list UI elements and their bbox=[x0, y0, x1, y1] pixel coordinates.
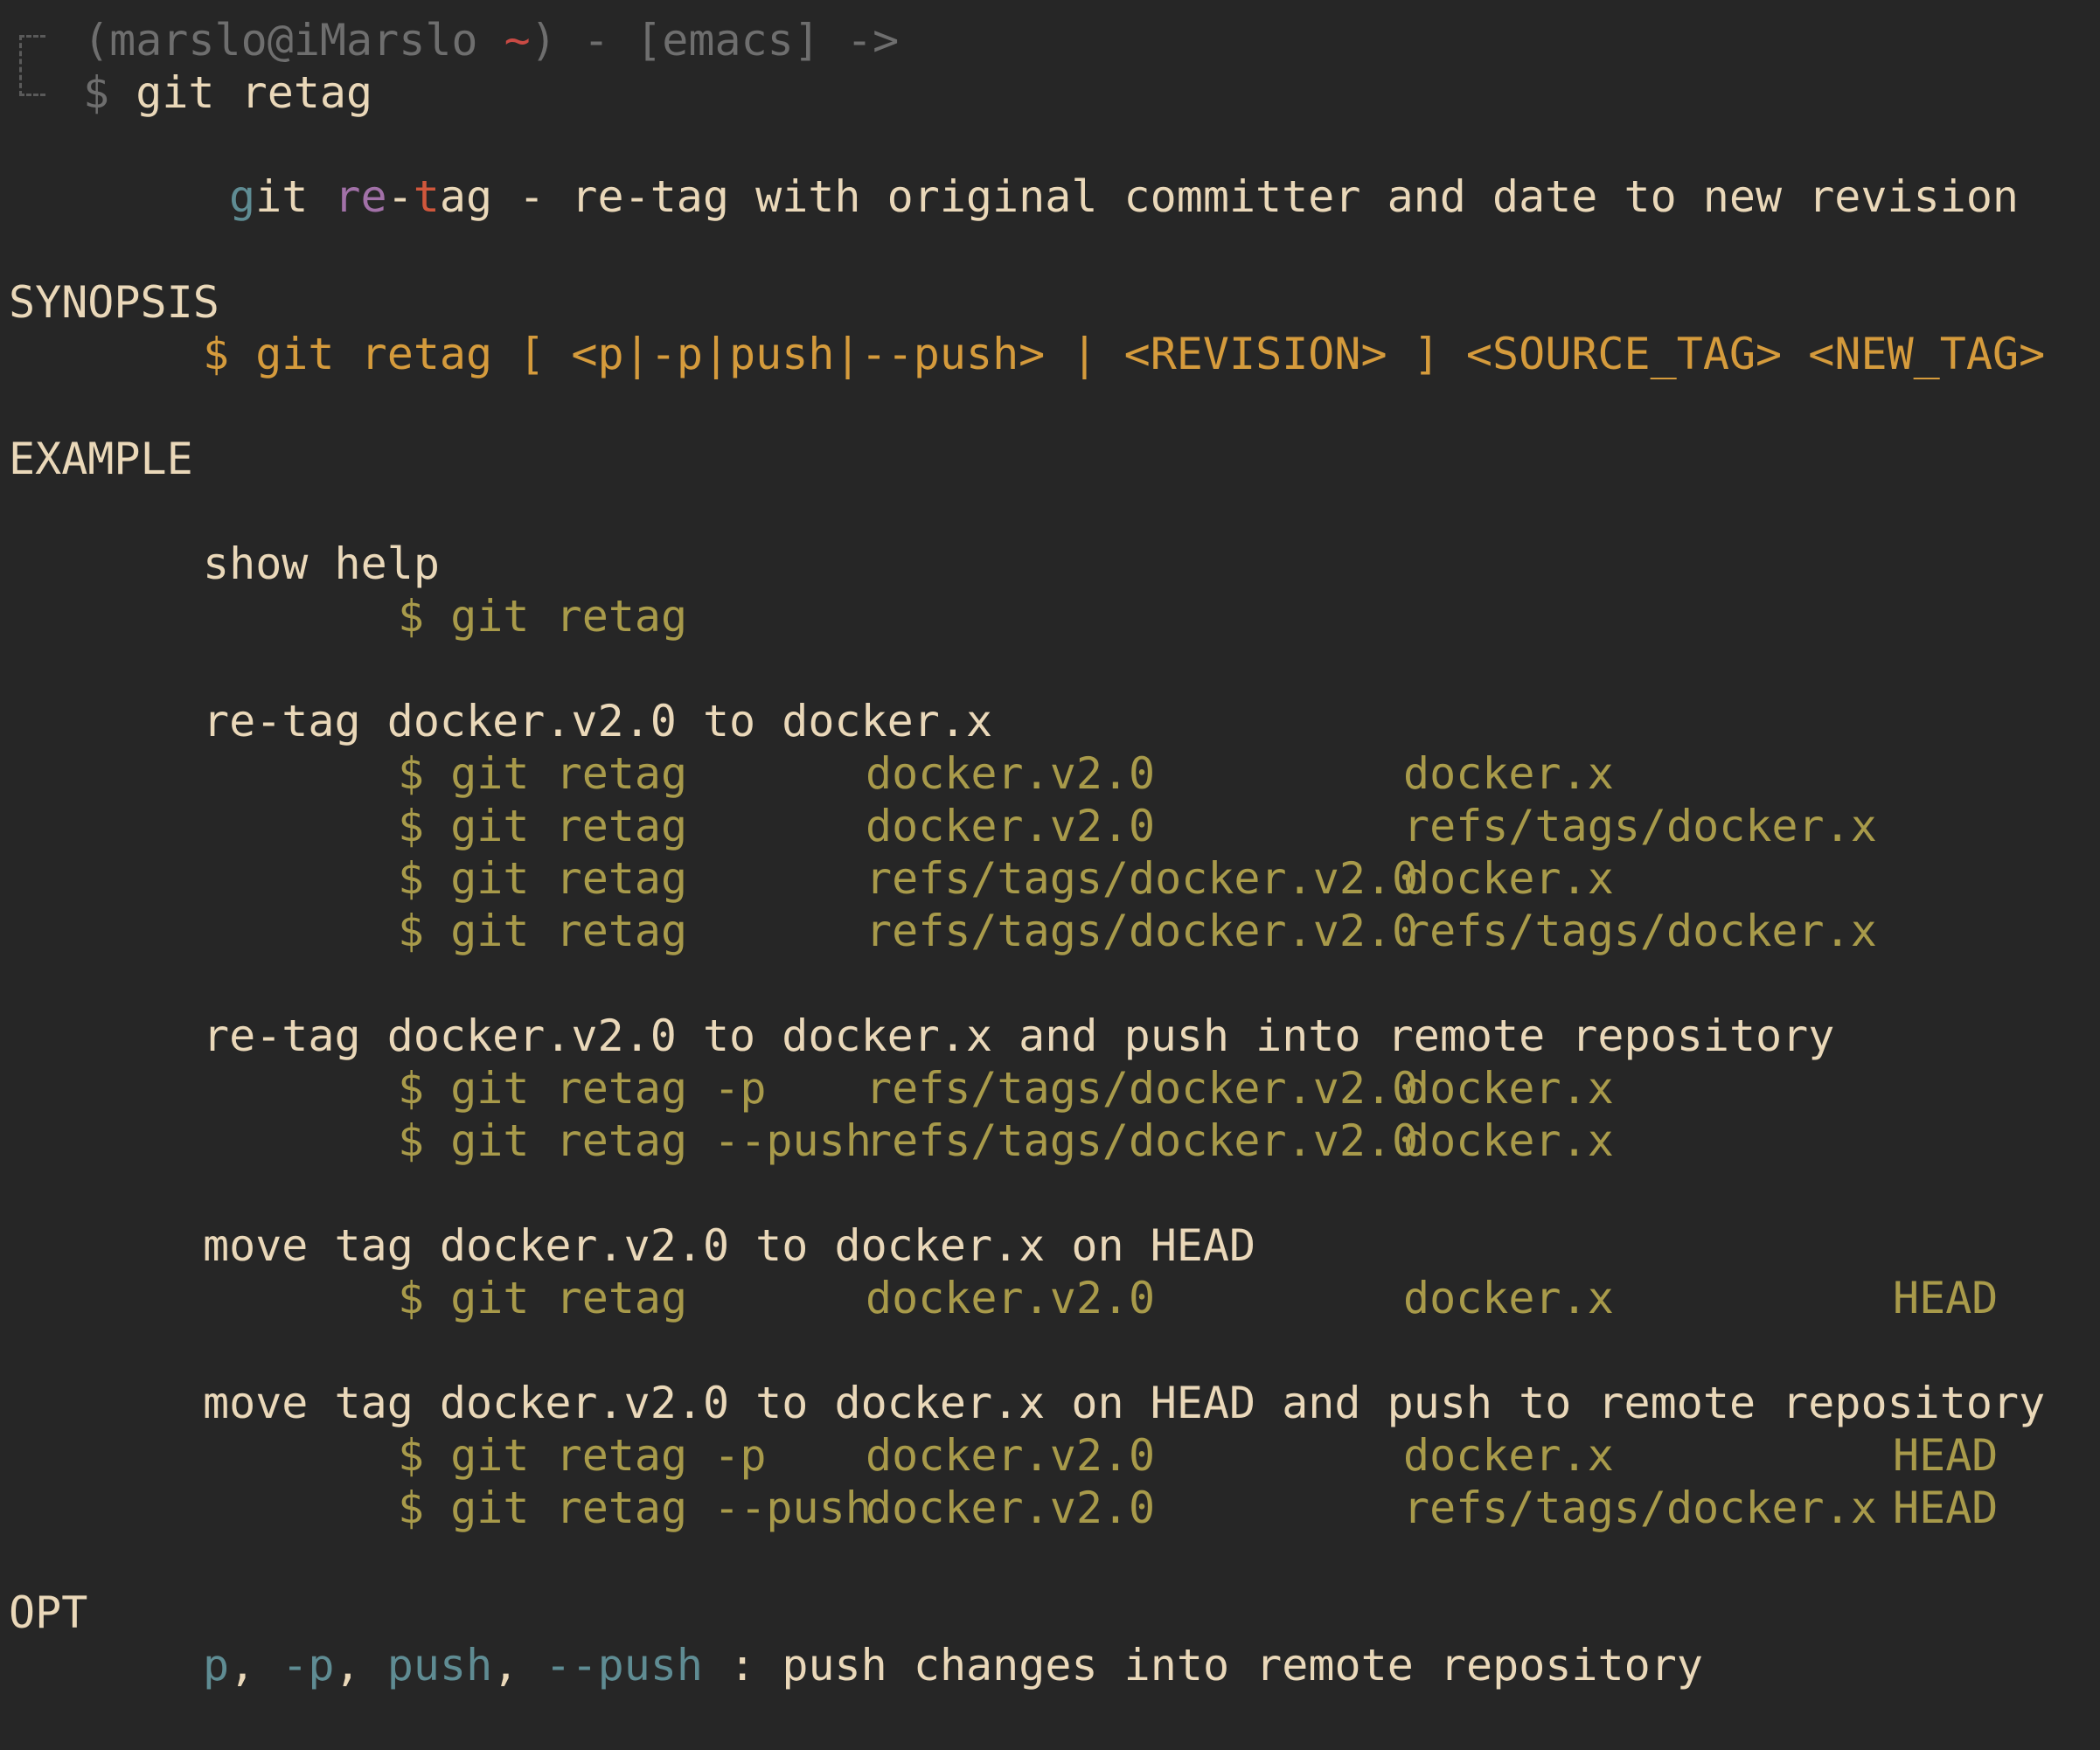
example-revision: HEAD bbox=[1893, 1430, 1999, 1481]
example-command: $ git retag bbox=[398, 906, 688, 956]
title-description: - re-tag with original committer and dat… bbox=[492, 171, 2020, 222]
example-command: $ git retag bbox=[398, 1273, 688, 1323]
entered-command: git retag bbox=[136, 67, 373, 118]
prompt-bracket bbox=[19, 35, 45, 96]
title-it: it bbox=[255, 171, 335, 222]
prompt-arrow: -> bbox=[819, 15, 900, 66]
example-description: move tag docker.v2.0 to docker.x on HEAD bbox=[203, 1220, 1256, 1271]
example-source-tag: refs/tags/docker.v2.0 bbox=[866, 906, 1419, 956]
synopsis-heading: SYNOPSIS bbox=[9, 277, 219, 328]
command-line[interactable]: $ git retag bbox=[83, 66, 372, 119]
example-description: move tag docker.v2.0 to docker.x on HEAD… bbox=[203, 1378, 2046, 1428]
example-command: $ git retag -p bbox=[398, 1063, 767, 1114]
example-source-tag: refs/tags/docker.v2.0 bbox=[866, 1063, 1419, 1114]
opt-flag: p bbox=[203, 1640, 230, 1691]
title-dash: - bbox=[386, 171, 414, 222]
example-command: $ git retag bbox=[398, 801, 688, 851]
example-command: $ git retag bbox=[398, 748, 688, 799]
example-description: show help bbox=[203, 538, 440, 589]
prompt-user-host: (marslo@iMarslo bbox=[83, 15, 504, 66]
example-heading: EXAMPLE bbox=[9, 434, 193, 484]
opt-description: : push changes into remote repository bbox=[703, 1640, 1703, 1691]
example-revision: HEAD bbox=[1893, 1273, 1999, 1323]
example-command: $ git retag -p bbox=[398, 1430, 767, 1481]
example-command: $ git retag --push bbox=[398, 1483, 872, 1533]
example-source-tag: refs/tags/docker.v2.0 bbox=[866, 853, 1419, 904]
example-source-tag: refs/tags/docker.v2.0 bbox=[866, 1115, 1419, 1166]
example-new-tag: refs/tags/docker.x bbox=[1403, 801, 1877, 851]
opt-flag: push bbox=[386, 1640, 493, 1691]
example-new-tag: docker.x bbox=[1403, 1430, 1614, 1481]
prompt-close: ) - bbox=[530, 15, 636, 66]
example-source-tag: docker.v2.0 bbox=[866, 1273, 1156, 1323]
opt-separator: , bbox=[229, 1640, 282, 1691]
example-description: re-tag docker.v2.0 to docker.x bbox=[203, 696, 993, 747]
title-re: re bbox=[334, 171, 387, 222]
example-new-tag: refs/tags/docker.x bbox=[1403, 1483, 1877, 1533]
opt-separator: , bbox=[334, 1640, 387, 1691]
help-title: git re-tag - re-tag with original commit… bbox=[229, 170, 2019, 223]
example-new-tag: docker.x bbox=[1403, 1273, 1614, 1323]
opt-heading: OPT bbox=[9, 1587, 88, 1638]
example-new-tag: docker.x bbox=[1403, 748, 1614, 799]
opt-flag: --push bbox=[545, 1640, 704, 1691]
example-source-tag: docker.v2.0 bbox=[866, 801, 1156, 851]
prompt-dollar: $ bbox=[83, 67, 136, 118]
example-new-tag: docker.x bbox=[1403, 1063, 1614, 1114]
synopsis-usage: $ git retag [ <p|-p|push|--push> | <REVI… bbox=[203, 329, 2046, 379]
example-new-tag: docker.x bbox=[1403, 1115, 1614, 1166]
prompt-cwd: ~ bbox=[504, 15, 531, 66]
example-source-tag: docker.v2.0 bbox=[866, 1483, 1156, 1533]
example-new-tag: docker.x bbox=[1403, 853, 1614, 904]
example-command: $ git retag bbox=[398, 591, 688, 642]
example-command: $ git retag --push bbox=[398, 1115, 872, 1166]
opt-line: p, -p, push, --push : push changes into … bbox=[203, 1639, 1703, 1691]
prompt-line: (marslo@iMarslo ~) - [emacs] -> bbox=[83, 14, 899, 66]
example-description: re-tag docker.v2.0 to docker.x and push … bbox=[203, 1010, 1835, 1061]
terminal-window[interactable]: (marslo@iMarslo ~) - [emacs] -> $ git re… bbox=[0, 0, 2100, 1750]
example-source-tag: docker.v2.0 bbox=[866, 748, 1156, 799]
example-command: $ git retag bbox=[398, 853, 688, 904]
example-revision: HEAD bbox=[1893, 1483, 1999, 1533]
opt-flag: -p bbox=[282, 1640, 335, 1691]
title-ag: ag bbox=[439, 171, 493, 222]
opt-separator: , bbox=[492, 1640, 546, 1691]
title-g: g bbox=[229, 171, 256, 222]
example-new-tag: refs/tags/docker.x bbox=[1403, 906, 1877, 956]
title-t: t bbox=[413, 171, 440, 222]
prompt-mode: [emacs] bbox=[636, 15, 820, 66]
example-source-tag: docker.v2.0 bbox=[866, 1430, 1156, 1481]
